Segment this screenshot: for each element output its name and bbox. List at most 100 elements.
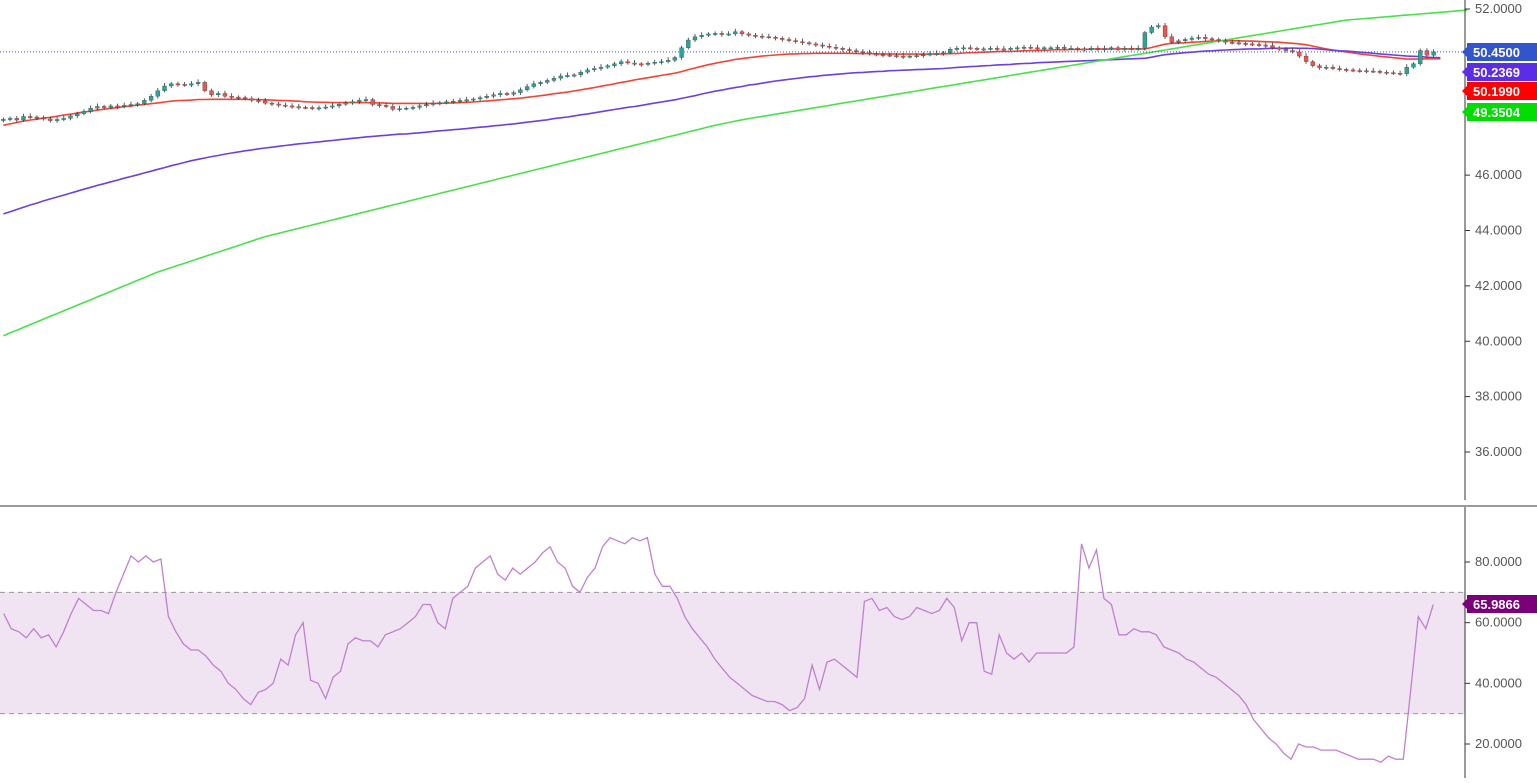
candle-body (1209, 38, 1215, 40)
candle-body (189, 83, 194, 86)
rsi-value-text: 65.9866 (1473, 597, 1520, 612)
candle-body (692, 36, 698, 41)
candle-body (202, 82, 207, 91)
candle-body (1129, 48, 1134, 50)
candle-body (1350, 69, 1356, 72)
candle-body (484, 96, 489, 98)
candle-body (665, 60, 671, 62)
candle-body (880, 54, 886, 56)
candle-body (357, 100, 362, 102)
candle-body (1089, 48, 1094, 50)
candle-body (558, 75, 563, 79)
candle-body (34, 116, 40, 119)
candle-body (612, 63, 617, 66)
candle-body (504, 93, 510, 95)
candle-body (961, 47, 966, 50)
candle-body (1243, 43, 1248, 45)
candle-body (1102, 48, 1107, 50)
candle-body (800, 41, 805, 44)
candle-body (14, 118, 19, 121)
candle-body (1001, 48, 1007, 51)
candle-body (477, 97, 483, 100)
candle-body (1196, 37, 1201, 39)
candle-body (652, 62, 657, 64)
candle-body (68, 115, 73, 119)
candle-body (726, 33, 731, 36)
candle-body (874, 53, 879, 56)
price-axis-tick-label: 46.0000 (1475, 167, 1522, 182)
candle-body (605, 65, 610, 68)
candle-body (209, 90, 214, 95)
candle-body (1223, 40, 1228, 43)
candle-body (303, 107, 308, 109)
candle-body (263, 100, 268, 104)
candle-body (927, 53, 933, 56)
candle-body (390, 106, 395, 110)
candle-body (1042, 47, 1047, 50)
candle-body (954, 48, 960, 50)
candle-body (1142, 32, 1148, 49)
candle-body (753, 35, 758, 37)
candle-body (81, 111, 87, 114)
candle-body (108, 105, 113, 108)
candle-body (222, 93, 228, 97)
candle-body (175, 83, 181, 86)
candle-body (1021, 47, 1027, 49)
candle-body (1230, 42, 1235, 44)
candle-body (195, 82, 201, 84)
candle-body (1109, 47, 1114, 50)
candle-body (571, 74, 577, 77)
candle-body (1082, 48, 1087, 51)
rsi-axis-tick-label: 80.0000 (1475, 554, 1522, 569)
candle-body (1303, 55, 1309, 62)
candle-body (216, 93, 221, 95)
candle-body (1431, 51, 1436, 56)
rsi-axis-tick-label: 20.0000 (1475, 736, 1522, 751)
candle-body (1095, 48, 1101, 50)
candle-body (1297, 51, 1302, 57)
candle-body (1330, 66, 1336, 69)
candle-body (115, 105, 120, 108)
candle-body (759, 35, 765, 38)
candle-body (1371, 70, 1376, 73)
candle-body (867, 52, 872, 55)
candle-body (464, 99, 469, 102)
candle-body (182, 84, 187, 86)
candle-body (1384, 71, 1389, 74)
candle-body (1357, 70, 1362, 72)
candle-body (780, 38, 785, 40)
candle-body (7, 118, 13, 120)
candle-body (894, 55, 899, 57)
price-label-text: 50.1990 (1473, 84, 1520, 99)
candle-body (249, 98, 254, 101)
candle-body (1115, 47, 1121, 50)
rsi-band (0, 592, 1465, 714)
candle-body (1156, 25, 1161, 28)
rsi-band-layer (0, 591, 1465, 715)
candle-body (679, 47, 684, 58)
candle-body (397, 108, 402, 111)
candle-body (699, 35, 704, 37)
candle-body (585, 69, 590, 73)
candle-body (672, 57, 678, 61)
candle-body (1270, 45, 1275, 48)
candle-body (1290, 50, 1295, 53)
candle-body (1397, 73, 1403, 75)
candle-body (524, 86, 530, 90)
candle-body (518, 89, 523, 93)
candle-body (242, 97, 248, 99)
candle-body (417, 105, 422, 108)
price-axis-tick-label: 42.0000 (1475, 278, 1522, 293)
candle-body (786, 39, 792, 41)
candle-body (404, 107, 409, 110)
candle-body (162, 85, 167, 91)
candle-body (1176, 40, 1181, 43)
candle-body (565, 75, 570, 77)
candle-body (135, 103, 140, 106)
candles-layer (1, 22, 1436, 123)
chart-svg: 36.0000 38.0000 40.0000 42.0000 44.0000 46.00… (0, 0, 1537, 778)
candle-body (1250, 43, 1255, 46)
candle-body (995, 48, 1000, 50)
candle-body (981, 48, 986, 51)
price-axis-tick-label: 52.0000 (1475, 1, 1522, 16)
